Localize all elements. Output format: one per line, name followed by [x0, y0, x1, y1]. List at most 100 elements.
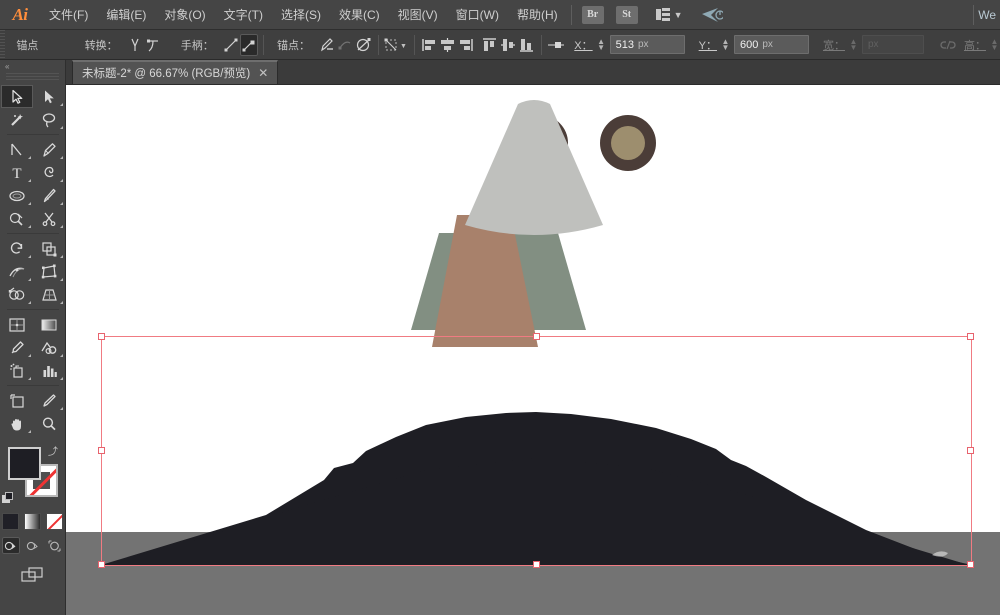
lasso-tool[interactable] — [33, 108, 65, 131]
type-tool[interactable]: T — [1, 161, 33, 184]
x-label: X： — [574, 37, 592, 53]
artboard-tool[interactable] — [1, 389, 33, 412]
y-coordinate-field[interactable]: Y： ▲▼ 600 px — [699, 35, 809, 54]
none-button[interactable] — [46, 513, 63, 530]
x-coordinate-field[interactable]: X： ▲▼ 513 px — [574, 35, 684, 54]
menu-object[interactable]: 对象(O) — [155, 0, 214, 30]
y-input[interactable]: 600 px — [734, 35, 809, 54]
fill-swatch[interactable] — [8, 447, 41, 480]
control-bar: 锚点 转换： 手柄： — [0, 30, 1000, 60]
eyedropper-tool[interactable] — [1, 336, 33, 359]
anchor-reference-point-widget[interactable] — [546, 34, 568, 56]
y-value: 600 — [740, 39, 758, 51]
y-stepper[interactable]: ▲▼ — [720, 39, 731, 51]
stock-icon[interactable]: St — [616, 6, 638, 24]
swap-fill-stroke-icon[interactable]: ⤴ — [48, 443, 62, 457]
document-tab-title: 未标题-2* @ 66.67% (RGB/预览) — [82, 65, 250, 81]
menu-help[interactable]: 帮助(H) — [508, 0, 567, 30]
gradient-tool[interactable] — [33, 313, 65, 336]
convert-label: 转换： — [77, 37, 126, 53]
bridge-icon[interactable]: Br — [582, 6, 604, 24]
hand-tool[interactable] — [1, 412, 33, 435]
tool-grid: T — [0, 85, 66, 435]
workspace-switcher[interactable]: ▼ — [652, 4, 687, 26]
scissors-tool[interactable] — [33, 207, 65, 230]
remove-anchor-point-button[interactable] — [318, 34, 336, 56]
control-bar-grip[interactable] — [0, 30, 5, 60]
show-handles-icon — [223, 37, 239, 53]
zoom-tool[interactable] — [33, 412, 65, 435]
slice-tool[interactable] — [33, 389, 65, 412]
cut-path-button[interactable] — [354, 34, 372, 56]
align-bottom-button[interactable] — [517, 34, 535, 56]
spiral-icon — [41, 165, 58, 181]
free-transform-tool[interactable] — [33, 260, 65, 283]
menu-file[interactable]: 文件(F) — [40, 0, 97, 30]
ellipse-tool[interactable] — [1, 184, 33, 207]
tools-panel-collapse-button[interactable]: « — [0, 60, 65, 73]
pen-tool[interactable] — [33, 138, 65, 161]
symbol-sprayer-tool[interactable] — [1, 359, 33, 382]
pencil-tool[interactable] — [1, 207, 33, 230]
tools-panel-drag-handle[interactable] — [6, 73, 59, 82]
screen-mode-button[interactable] — [0, 566, 65, 584]
color-button[interactable] — [2, 513, 19, 530]
canvas-area[interactable] — [66, 85, 1000, 615]
fill-stroke-swatches: ⤴ — [0, 443, 66, 509]
screen-mode-icon — [20, 566, 46, 584]
tool-separator — [1, 306, 65, 313]
gradient-button[interactable] — [24, 513, 41, 530]
x-stepper[interactable]: ▲▼ — [596, 39, 607, 51]
document-tab-bar: 未标题-2* @ 66.67% (RGB/预览) ✕ — [66, 60, 1000, 85]
blend-tool[interactable] — [33, 336, 65, 359]
document-tab[interactable]: 未标题-2* @ 66.67% (RGB/预览) ✕ — [72, 60, 278, 84]
menu-select[interactable]: 选择(S) — [272, 0, 330, 30]
spiral-tool[interactable] — [33, 161, 65, 184]
magic-wand-tool[interactable] — [1, 108, 33, 131]
align-top-button[interactable] — [481, 34, 499, 56]
draw-inside-button[interactable] — [46, 537, 64, 554]
width-tool[interactable] — [1, 260, 33, 283]
hide-handles-icon — [241, 37, 257, 53]
convert-to-smooth-button[interactable] — [144, 34, 162, 56]
rotate-tool[interactable] — [1, 237, 33, 260]
x-input[interactable]: 513 px — [610, 35, 685, 54]
align-left-button[interactable] — [420, 34, 438, 56]
perspective-grid-tool[interactable] — [33, 283, 65, 306]
align-center-horizontal-button[interactable] — [438, 34, 456, 56]
convert-to-corner-button[interactable] — [126, 34, 144, 56]
height-stepper: ▲▼ — [989, 39, 1000, 51]
control-sep-1 — [263, 35, 264, 55]
pen-nib-icon — [41, 142, 58, 158]
mesh-tool[interactable] — [1, 313, 33, 336]
draw-behind-button[interactable] — [24, 537, 42, 554]
scale-tool[interactable] — [33, 237, 65, 260]
menu-edit[interactable]: 编辑(E) — [97, 0, 155, 30]
hide-handles-button[interactable] — [240, 34, 258, 56]
menu-type[interactable]: 文字(T) — [215, 0, 272, 30]
line-segment-tool[interactable] — [1, 138, 33, 161]
draw-normal-button[interactable] — [2, 537, 20, 554]
align-left-icon — [421, 37, 438, 53]
hand-icon — [9, 416, 26, 432]
x-unit: px — [638, 39, 649, 50]
shape-builder-tool[interactable] — [1, 283, 33, 306]
menu-window[interactable]: 窗口(W) — [447, 0, 508, 30]
show-handles-button[interactable] — [222, 34, 240, 56]
menu-view[interactable]: 视图(V) — [389, 0, 447, 30]
align-right-button[interactable] — [457, 34, 475, 56]
tool-flyout-indicator — [60, 278, 63, 281]
selection-tool[interactable] — [1, 85, 33, 108]
align-center-vertical-button[interactable] — [499, 34, 517, 56]
menu-effect[interactable]: 效果(C) — [330, 0, 389, 30]
transform-panel-button[interactable]: ▼ — [383, 34, 409, 56]
paintbrush-tool[interactable] — [33, 184, 65, 207]
draw-behind-icon — [26, 540, 39, 552]
tool-flyout-indicator — [60, 103, 63, 106]
default-fill-stroke-icon[interactable] — [2, 492, 15, 505]
cc-libraries-icon[interactable] — [701, 7, 723, 23]
close-icon[interactable]: ✕ — [258, 67, 268, 79]
column-graph-tool[interactable] — [33, 359, 65, 382]
direct-selection-tool[interactable] — [33, 85, 65, 108]
workspace-name-label[interactable]: We — [969, 5, 1000, 25]
